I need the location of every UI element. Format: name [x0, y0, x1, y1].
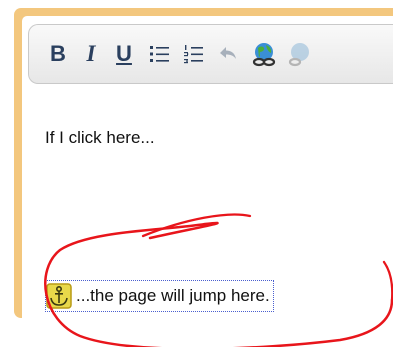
- numbered-list-icon: [184, 45, 203, 64]
- insert-link-disabled-button[interactable]: [285, 39, 315, 69]
- page-background: [0, 318, 393, 347]
- bold-button[interactable]: B: [47, 39, 69, 69]
- italic-button[interactable]: I: [81, 39, 101, 69]
- bullet-list-button[interactable]: [147, 39, 173, 69]
- undo-icon: [220, 47, 236, 59]
- content-text-line: If I click here...: [45, 128, 155, 147]
- undo-button[interactable]: [215, 39, 241, 69]
- anchor-icon[interactable]: [46, 283, 72, 309]
- editor-panel: B I U If I click here... ...the page wil…: [22, 16, 393, 318]
- underline-button[interactable]: U: [113, 39, 135, 69]
- content-text-line: ...the page will jump here.: [76, 286, 270, 305]
- bullet-list-icon: [150, 46, 169, 62]
- insert-link-button[interactable]: [249, 39, 279, 69]
- numbered-list-button[interactable]: [181, 39, 207, 69]
- editor-content[interactable]: If I click here... ...the page will jump…: [22, 90, 393, 318]
- insert-link-disabled-icon: [288, 43, 309, 67]
- insert-link-icon: [252, 43, 276, 67]
- editor-frame: B I U If I click here... ...the page wil…: [14, 8, 393, 318]
- anchor-target[interactable]: ...the page will jump here.: [45, 280, 274, 312]
- formatting-toolbar: B I U: [28, 24, 393, 84]
